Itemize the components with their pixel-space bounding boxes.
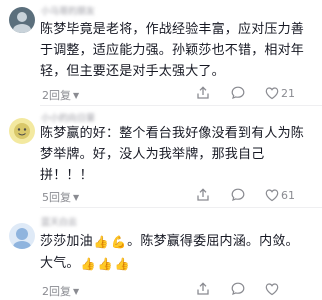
- comment-item: 小马哥的朋友 陈梦毕竟是老将，作战经验丰富，应对压力善 于调整，适应能力强。孙颖…: [0, 0, 322, 106]
- comment-item: 小小的向日葵 陈梦赢的好：整个看台我好像没看到有人为陈 梦举牌。好，没人为我举牌…: [0, 106, 322, 208]
- comment-line: 拼！！！: [40, 168, 93, 183]
- avatar[interactable]: [9, 7, 35, 33]
- comment-text: 陈梦毕竟是老将，作战经验丰富，应对压力善 于调整，适应能力强。孙颖莎也不错，相对…: [40, 19, 312, 82]
- thumbs-up-icon: 👍: [114, 257, 131, 271]
- chevron-down-icon: ▼: [73, 193, 80, 202]
- comment-line: 陈梦毕竟是老将，作战经验丰富，应对压力善: [40, 22, 305, 37]
- like-count: 21: [281, 87, 295, 100]
- comment-line: 轻，但主要还是对手太强大了。: [40, 64, 225, 79]
- comment-actions: 2回复 ▼: [42, 281, 314, 299]
- chat-icon[interactable]: [230, 187, 246, 206]
- avatar[interactable]: [9, 118, 35, 144]
- thumbs-up-icon: 👍: [97, 257, 113, 271]
- comment-segment: 。陈梦赢得委屈内涵。内敛。: [127, 234, 299, 249]
- chat-icon[interactable]: [230, 281, 246, 300]
- avatar[interactable]: [9, 223, 35, 249]
- chevron-down-icon: ▼: [73, 287, 80, 296]
- comment-line: 大气。👍 👍 👍: [40, 253, 312, 275]
- reply-count-button[interactable]: 5回复 ▼: [42, 189, 79, 205]
- thumbs-up-icon: 👍: [93, 235, 109, 249]
- heart-icon[interactable]: [264, 85, 280, 104]
- comment-item: 蓝天白云 莎莎加油👍 💪。陈梦赢得委屈内涵。内敛。 大气。👍 👍 👍 2回复 ▼: [0, 208, 322, 300]
- thumbs-up-icon: 👍: [80, 257, 96, 271]
- flexed-bicep-icon: 💪: [110, 235, 127, 249]
- comment-segment: 莎莎加油: [40, 234, 93, 249]
- comment-line: 梦举牌。好，没人为我举牌，那我自己: [40, 147, 265, 162]
- comment-actions: 2回复 ▼ 21: [42, 85, 314, 103]
- share-icon[interactable]: [195, 281, 211, 300]
- username[interactable]: 蓝天白云: [41, 215, 77, 228]
- comment-text: 陈梦赢的好：整个看台我好像没看到有人为陈 梦举牌。好，没人为我举牌，那我自己 拼…: [40, 123, 312, 186]
- reply-count-button[interactable]: 2回复 ▼: [42, 283, 79, 299]
- like-count: 61: [281, 189, 295, 202]
- heart-icon[interactable]: [264, 187, 280, 206]
- comment-text: 莎莎加油👍 💪。陈梦赢得委屈内涵。内敛。 大气。👍 👍 👍: [40, 231, 312, 275]
- reply-count-button[interactable]: 2回复 ▼: [42, 87, 79, 103]
- share-icon[interactable]: [195, 85, 211, 104]
- chat-icon[interactable]: [230, 85, 246, 104]
- comment-line: 莎莎加油👍 💪。陈梦赢得委屈内涵。内敛。: [40, 231, 312, 253]
- username[interactable]: 小马哥的朋友: [41, 4, 95, 17]
- heart-icon[interactable]: [264, 281, 280, 300]
- chevron-down-icon: ▼: [73, 91, 80, 100]
- comment-segment: 大气。: [40, 256, 80, 271]
- comment-actions: 5回复 ▼ 61: [42, 187, 314, 205]
- comment-line: 陈梦赢的好：整个看台我好像没看到有人为陈: [40, 126, 305, 141]
- comment-line: 于调整，适应能力强。孙颖莎也不错，相对年: [40, 43, 305, 58]
- share-icon[interactable]: [195, 187, 211, 206]
